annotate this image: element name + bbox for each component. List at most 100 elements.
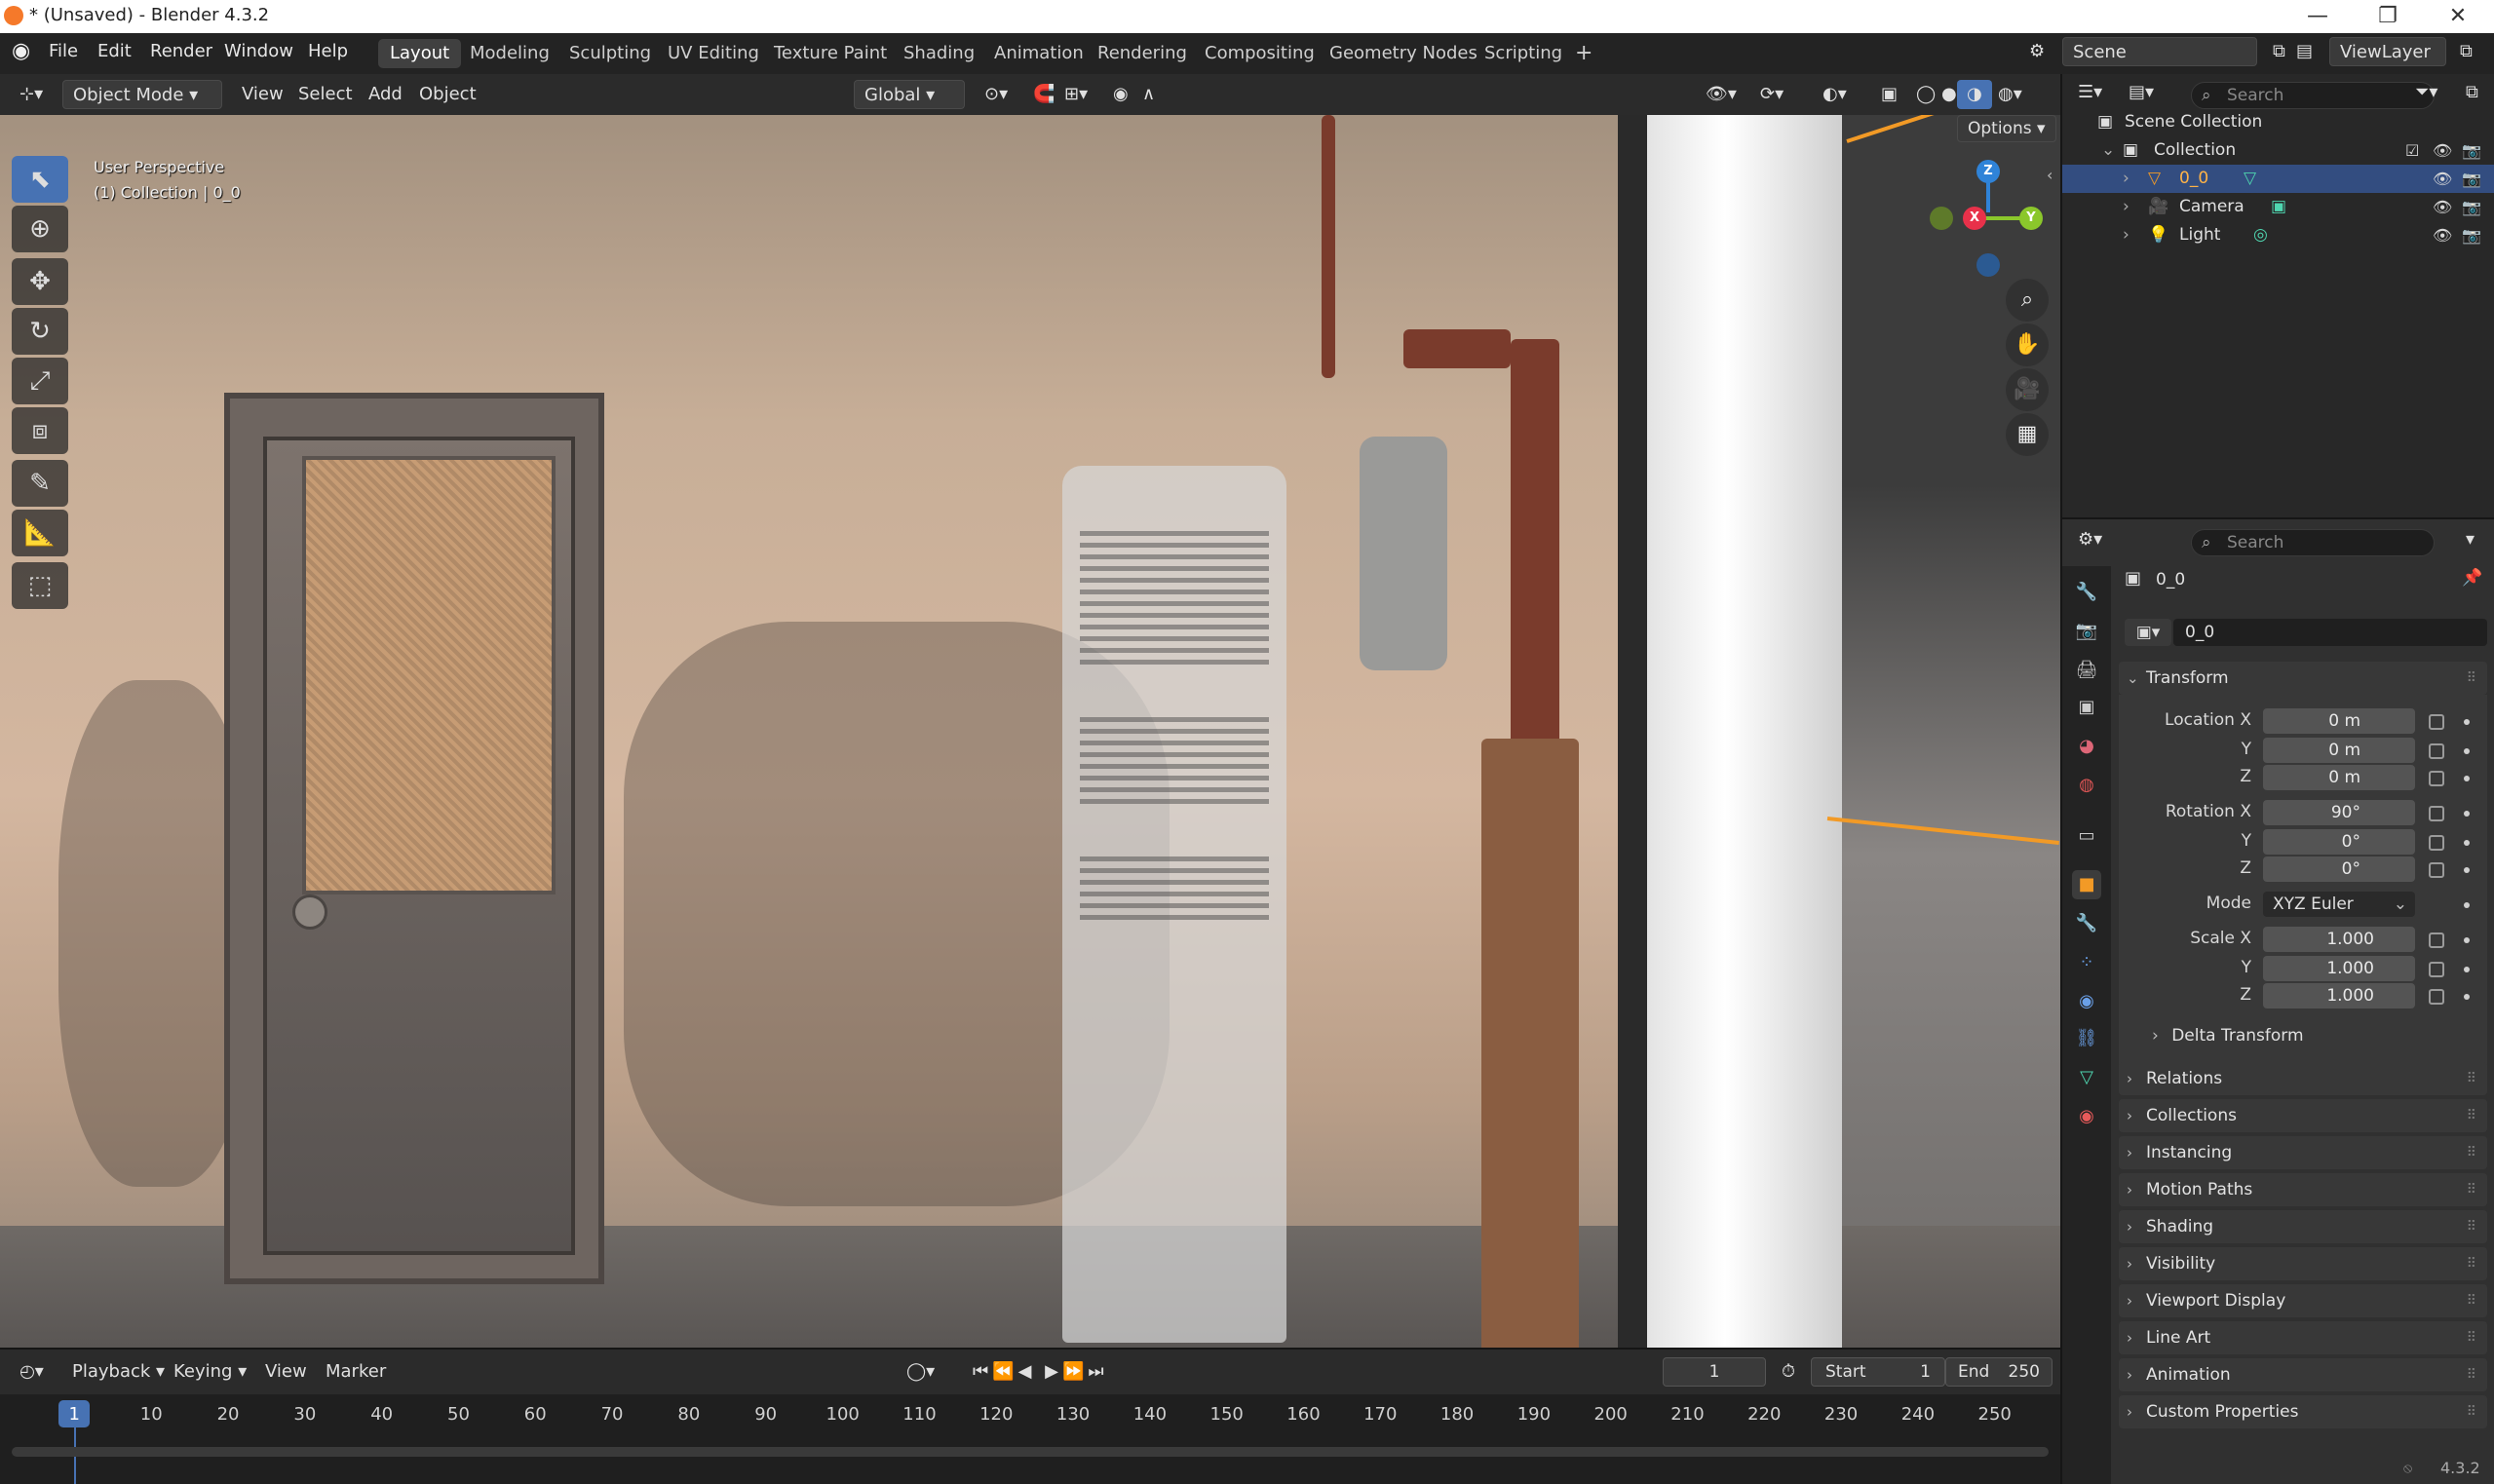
editor-type-icon[interactable]: ⊹▾ <box>10 80 53 109</box>
eye-icon[interactable]: 👁 <box>2433 136 2452 165</box>
outliner-row-camera[interactable]: › 🎥 Camera ▣ 👁 📷 <box>2062 193 2494 221</box>
drag-grip-icon[interactable]: ⠿ <box>2467 1062 2477 1095</box>
lock-icon[interactable] <box>2429 743 2444 759</box>
falloff-icon[interactable]: ∧ <box>1132 80 1165 109</box>
lock-icon[interactable] <box>2429 714 2444 730</box>
orientation-dropdown[interactable]: Global ▾ <box>854 80 965 109</box>
drag-grip-icon[interactable]: ⠿ <box>2467 1210 2477 1243</box>
keyframe-dot-icon[interactable] <box>2464 840 2470 846</box>
close-button[interactable]: ✕ <box>2438 2 2477 31</box>
transform-tool-icon[interactable]: ⧈ <box>12 407 68 454</box>
menu-edit[interactable]: Edit <box>97 41 132 61</box>
instancing-panel-header[interactable]: › Instancing ⠿ <box>2119 1136 2487 1169</box>
current-frame-field[interactable]: 1 <box>1663 1357 1766 1387</box>
lock-icon[interactable] <box>2429 932 2444 948</box>
menu-add[interactable]: Add <box>359 80 412 109</box>
keyframe-dot-icon[interactable] <box>2464 994 2470 1000</box>
location-x-field[interactable]: 0 m <box>2263 708 2415 734</box>
pivot-icon[interactable]: ⊙▾ <box>975 80 1017 109</box>
tool-tab-icon[interactable]: 🔧 <box>2072 578 2101 607</box>
particles-tab-icon[interactable]: ⁘ <box>2072 948 2101 977</box>
new-view-layer-icon[interactable]: ⧉ <box>2450 37 2482 66</box>
lock-icon[interactable] <box>2429 771 2444 786</box>
add-workspace-button[interactable]: + <box>1563 39 1604 68</box>
rotation-z-field[interactable]: 0° <box>2263 856 2415 882</box>
rotation-x-field[interactable]: 90° <box>2263 800 2415 825</box>
checkbox-icon[interactable]: ☑ <box>2405 136 2419 165</box>
measure-tool-icon[interactable]: 📐 <box>12 510 68 556</box>
rendered-shading-icon[interactable]: ◍▾ <box>1988 80 2032 109</box>
filter-icon[interactable]: ⏷▾ <box>2405 78 2447 107</box>
tab-rendering[interactable]: Rendering <box>1086 39 1199 68</box>
material-shading-icon[interactable]: ◑ <box>1957 80 1992 109</box>
overlay-toggle-icon[interactable]: ◐▾ <box>1813 80 1857 109</box>
camera-render-icon[interactable]: 📷 <box>2462 193 2481 221</box>
auto-keying-icon[interactable]: ◯▾ <box>897 1357 944 1387</box>
collections-panel-header[interactable]: › Collections ⠿ <box>2119 1099 2487 1132</box>
menu-object[interactable]: Object <box>409 80 486 109</box>
transform-panel-header[interactable]: ⌄ Transform ⠿ <box>2119 662 2487 695</box>
rotation-y-field[interactable]: 0° <box>2263 829 2415 855</box>
tab-uv-editing[interactable]: UV Editing <box>656 39 771 68</box>
keyframe-dot-icon[interactable] <box>2464 902 2470 908</box>
drag-grip-icon[interactable]: ⠿ <box>2467 1099 2477 1132</box>
expand-chevron-icon[interactable]: › <box>2123 165 2129 193</box>
tab-texture-paint[interactable]: Texture Paint <box>762 39 899 68</box>
ortho-grid-icon[interactable]: ▦ <box>2006 413 2049 456</box>
lock-icon[interactable] <box>2429 989 2444 1005</box>
line-art-panel-header[interactable]: › Line Art ⠿ <box>2119 1321 2487 1354</box>
delta-transform-subpanel[interactable]: › Delta Transform <box>2152 1026 2304 1046</box>
keyframe-dot-icon[interactable] <box>2464 937 2470 943</box>
properties-search-input[interactable]: ⌕ Search <box>2191 529 2435 556</box>
visibility-icon[interactable]: 👁▾ <box>1696 80 1746 109</box>
tab-sculpting[interactable]: Sculpting <box>557 39 663 68</box>
marker-menu[interactable]: Marker <box>316 1357 396 1387</box>
outliner-row-collection[interactable]: ⌄ ▣ Collection ☑ 👁 📷 <box>2062 136 2494 165</box>
gizmo-z-icon[interactable]: Z <box>1976 160 2000 183</box>
menu-render[interactable]: Render <box>150 41 212 61</box>
scale-z-field[interactable]: 1.000 <box>2263 983 2415 1008</box>
data-tab-icon[interactable]: ▽ <box>2072 1063 2101 1092</box>
rotation-mode-dropdown[interactable]: XYZ Euler ⌄ <box>2263 892 2415 917</box>
zoom-icon[interactable]: ⌕ <box>2006 279 2049 322</box>
world-tab-icon[interactable]: ◍ <box>2072 771 2101 800</box>
scale-x-field[interactable]: 1.000 <box>2263 927 2415 952</box>
tab-shading[interactable]: Shading <box>892 39 986 68</box>
clock-icon[interactable]: ⏱ <box>1772 1357 1805 1387</box>
expand-chevron-icon[interactable]: › <box>2123 193 2129 221</box>
lock-icon[interactable] <box>2429 862 2444 878</box>
annotate-tool-icon[interactable]: ✎ <box>12 460 68 507</box>
tab-compositing[interactable]: Compositing <box>1193 39 1326 68</box>
material-tab-icon[interactable]: ◉ <box>2072 1102 2101 1131</box>
modifiers-tab-icon[interactable]: 🔧 <box>2072 909 2101 938</box>
drag-grip-icon[interactable]: ⠿ <box>2467 1321 2477 1354</box>
menu-help[interactable]: Help <box>308 41 348 61</box>
timeline-editor-type-icon[interactable]: ◴▾ <box>10 1357 54 1387</box>
lock-icon[interactable] <box>2429 962 2444 977</box>
lock-icon[interactable] <box>2429 835 2444 851</box>
outliner-row-scene-collection[interactable]: ▣ Scene Collection <box>2062 108 2494 136</box>
visibility-panel-header[interactable]: › Visibility ⠿ <box>2119 1247 2487 1280</box>
drag-grip-icon[interactable]: ⠿ <box>2467 662 2477 695</box>
outliner-row-light[interactable]: › 💡 Light ◎ 👁 📷 <box>2062 221 2494 249</box>
3d-viewport[interactable]: User Perspective (1) Collection | 0_0 Op… <box>0 115 2060 1348</box>
animation-panel-header[interactable]: › Animation ⠿ <box>2119 1358 2487 1391</box>
drag-grip-icon[interactable]: ⠿ <box>2467 1358 2477 1391</box>
outliner-row-object[interactable]: › ▽ 0_0 ▽ 👁 📷 <box>2062 165 2494 193</box>
end-frame-field[interactable]: End 250 <box>1945 1357 2053 1387</box>
playback-controls[interactable]: ⏮⏪◀ ▶⏩⏭ <box>963 1357 1118 1387</box>
keyframe-dot-icon[interactable] <box>2464 811 2470 817</box>
scale-tool-icon[interactable]: ⤢ <box>12 358 68 404</box>
pan-hand-icon[interactable]: ✋ <box>2006 323 2049 366</box>
menu-file[interactable]: File <box>49 41 78 61</box>
drag-grip-icon[interactable]: ⠿ <box>2467 1173 2477 1206</box>
timeline-scrollbar[interactable] <box>12 1447 2049 1457</box>
view-layer-selector[interactable]: ViewLayer <box>2329 37 2446 66</box>
tab-modeling[interactable]: Modeling <box>458 39 561 68</box>
sidebar-toggle-icon[interactable]: ‹ <box>2047 166 2053 184</box>
add-cube-tool-icon[interactable]: ⬚ <box>12 562 68 609</box>
outliner-editor-type-icon[interactable]: ☰▾ <box>2068 78 2112 107</box>
custom-properties-panel-header[interactable]: › Custom Properties ⠿ <box>2119 1395 2487 1428</box>
keying-menu[interactable]: Keying ▾ <box>164 1357 256 1387</box>
lock-icon[interactable] <box>2429 806 2444 821</box>
